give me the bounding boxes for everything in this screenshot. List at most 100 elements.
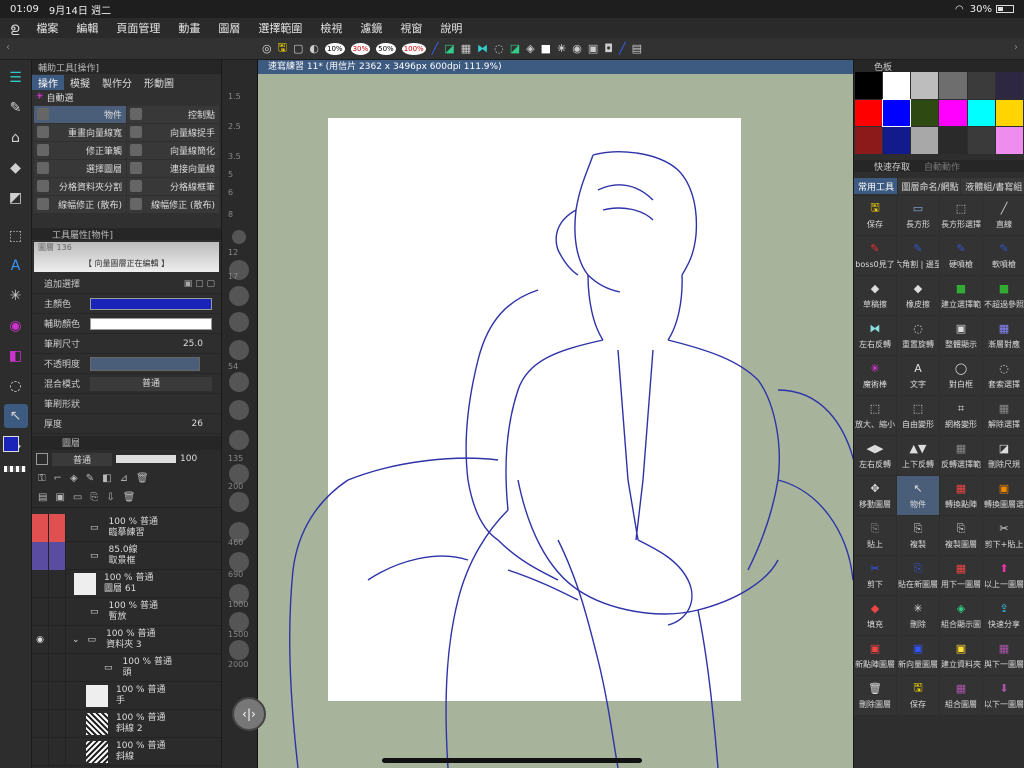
size-dot[interactable] [229,340,249,360]
sub-color-bar[interactable] [90,317,212,330]
quick-item[interactable]: ⬚ 自由變形 [897,396,939,435]
quick-item[interactable]: ▣ 新點陣圖層 [854,636,896,675]
color-swatch[interactable] [911,99,939,127]
quick-item[interactable]: ⬚ 長方形選擇 [940,196,982,235]
tone-100-icon[interactable]: 100% [401,42,426,55]
quick-item[interactable]: ⧓ 左右反轉 [854,316,896,355]
clip-icon[interactable]: ⌐ [54,473,62,484]
size-dot[interactable] [229,430,249,450]
menu-selection[interactable]: 選擇範圍 [249,20,311,36]
quick-item[interactable]: ✳ 刪除 [897,596,939,635]
draft-icon[interactable]: ✎ [86,473,94,484]
ruler-icon[interactable]: ⊿ [120,473,128,484]
tab-simulate[interactable]: 模擬 [64,75,96,90]
pen-tool-icon[interactable]: ✎ [4,96,28,120]
lock-icon[interactable]: ⚿ [38,473,46,484]
gradient-tool-icon[interactable]: ◧ [4,344,28,368]
subtool-control-point[interactable]: 控制點 [127,106,219,123]
size-label[interactable]: 690 [228,570,243,579]
size-label[interactable]: 17 [228,272,238,281]
copy-icon[interactable]: ▢ [293,42,303,55]
quick-item[interactable]: ⎘ 貼在新圖層 [897,556,939,595]
layer-icon[interactable]: ▣ [588,42,598,55]
tab-liquid-set[interactable]: 液體組/書寫組 [961,178,1024,194]
color-swatch[interactable] [882,98,912,128]
selection-tool-icon[interactable]: ⬚ [4,224,28,248]
quick-item[interactable]: ▣ 新向量圖層 [897,636,939,675]
size-label[interactable]: 1000 [228,600,248,609]
menu-help[interactable]: 說明 [431,20,471,36]
expand-icon[interactable]: ⌄ [72,635,80,645]
size-dot[interactable] [229,492,249,512]
menu-animation[interactable]: 動畫 [169,20,209,36]
quick-item[interactable]: ◆ 橡皮擦 [897,276,939,315]
quick-item[interactable]: ╱ 直線 [983,196,1024,235]
quick-item[interactable]: ◌ 重置旋轉 [897,316,939,355]
color-swatch[interactable] [967,72,995,99]
size-label[interactable]: 6 [228,188,233,197]
layer-row[interactable]: 100 % 普通 斜線 2 [32,709,222,738]
quick-item[interactable]: ✂ 剪下+貼上 [983,516,1024,555]
size-dot[interactable] [229,640,249,660]
layer-row[interactable]: 100 % 普通 圖層 61 [32,569,222,598]
brush-size-value[interactable]: 25.0 [183,339,203,349]
magic-wand-icon[interactable]: ✳ [4,284,28,308]
color-swatch[interactable] [939,72,967,99]
color-swatch[interactable] [967,99,995,127]
quick-item[interactable]: ▣ 整體顯示 [940,316,982,355]
quick-item[interactable]: ✎ 六角割 | 邊至 [897,236,939,275]
quick-item[interactable]: ⌗ 網格變形 [940,396,982,435]
canvas-area[interactable] [258,60,853,768]
quick-item[interactable]: ⎘ 複製 [897,516,939,555]
color-swatch[interactable] [939,99,967,127]
subtool-frame-split[interactable]: 分格資料夾分割 [34,178,126,195]
layer-row[interactable]: 100 % 普通 斜線 [32,737,222,766]
layer-blend-select[interactable]: 普通 [52,452,112,466]
quick-item[interactable]: ⎘ 複製圖層 [940,516,982,555]
color-swatch[interactable] [995,99,1023,127]
size-dot[interactable] [232,230,246,244]
app-logo-icon[interactable]: ഉ [0,21,27,36]
quick-item[interactable]: ▦ 組合圖層 [940,676,982,715]
quick-item[interactable]: ■ 建立選擇範 [940,276,982,315]
tone-30-icon[interactable]: 30% [350,42,371,55]
color-swatch[interactable] [883,72,911,99]
camera-icon[interactable]: ◘ [604,42,613,55]
quick-item[interactable]: ↖ 物件 [897,476,939,515]
size-dot[interactable] [229,312,249,332]
quick-item[interactable]: ▣ 建立資料夾 [940,636,982,675]
subtool-redraw-width[interactable]: 重畫向量線寬 [34,124,126,141]
size-label[interactable]: 8 [228,210,233,219]
menu-window[interactable]: 視窗 [391,20,431,36]
fit-icon[interactable]: ◪ [510,42,520,55]
color-swatch[interactable] [855,127,883,154]
quick-item[interactable]: ▦ 轉換點陣 [940,476,982,515]
quick-item[interactable]: ▦ 用下一圖層 [940,556,982,595]
quick-item[interactable]: ▦ 解除選擇 [983,396,1024,435]
record-icon[interactable]: ◉ [572,42,582,55]
new-vector-icon[interactable]: ▣ [55,492,64,503]
quick-item[interactable]: ⎘ 貼上 [854,516,896,555]
size-dot[interactable] [229,400,249,420]
menu-edit[interactable]: 編輯 [67,20,107,36]
layer-row[interactable]: ▭ 100 % 普通 暫放 [32,597,222,626]
panel-toggle-handle[interactable]: ‹|› [232,697,266,731]
ruler-pen-icon[interactable]: ╱ [619,42,626,55]
quick-item[interactable]: ◪ 刪除尺規 [983,436,1024,475]
eyedropper-icon[interactable]: ◉ [4,314,28,338]
quick-item[interactable]: ✳ 魔術棒 [854,356,896,395]
object-tool-icon[interactable]: ↖ [3,404,28,428]
size-label[interactable]: 1.5 [228,92,241,101]
quick-item[interactable]: ◌ 套索選擇 [983,356,1024,395]
quick-item[interactable]: ▦ 漸層對應 [983,316,1024,355]
main-color-swatch[interactable] [3,436,19,452]
quick-item[interactable]: ✂ 剪下 [854,556,896,595]
tab-common-tools[interactable]: 常用工具 [854,178,897,194]
quick-item[interactable]: ◀▶ 左右反轉 [854,436,896,475]
color-swatch[interactable] [995,127,1023,154]
trash-icon[interactable]: 🗑 [123,492,136,503]
size-label[interactable]: 135 [228,454,243,463]
subtool-simplify[interactable]: 向量線簡化 [127,142,219,159]
menu-layer[interactable]: 圖層 [209,20,249,36]
color-swatch[interactable] [995,72,1023,99]
